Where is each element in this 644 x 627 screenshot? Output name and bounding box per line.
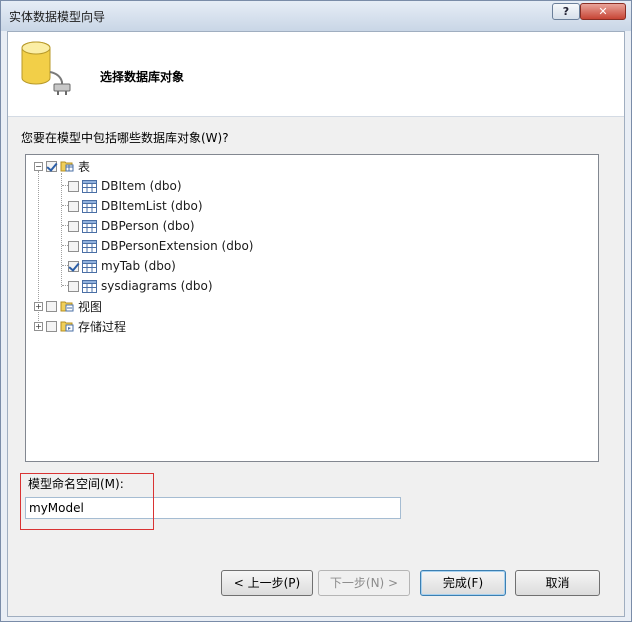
database-plug-icon bbox=[21, 41, 71, 95]
table-icon bbox=[82, 199, 97, 213]
table-icon bbox=[82, 219, 97, 233]
folder-view-icon bbox=[60, 301, 74, 312]
table-checkbox[interactable] bbox=[68, 280, 79, 292]
table-checkbox[interactable] bbox=[68, 220, 79, 232]
database-objects-tree[interactable]: − 表 DBItem (dbo) DBItemList (dbo) DBPers… bbox=[25, 154, 599, 462]
table-checkbox[interactable] bbox=[68, 200, 79, 212]
tree-node-tables[interactable]: − 表 bbox=[34, 157, 90, 175]
table-icon bbox=[82, 259, 97, 273]
tree-node-label: DBItem (dbo) bbox=[101, 179, 182, 193]
header-band: 选择数据库对象 bbox=[8, 32, 624, 117]
expand-icon[interactable]: + bbox=[34, 301, 43, 311]
tree-node-label: 表 bbox=[78, 159, 91, 174]
tree-node-views[interactable]: + 视图 bbox=[34, 297, 102, 315]
window-title: 实体数据模型向导 bbox=[9, 10, 106, 24]
table-icon bbox=[82, 239, 97, 253]
collapse-icon[interactable]: − bbox=[34, 161, 43, 171]
table-icon bbox=[82, 279, 97, 293]
table-checkbox[interactable] bbox=[68, 240, 79, 252]
tree-node-table[interactable]: DBPersonExtension (dbo) bbox=[68, 237, 253, 255]
tree-node-label: DBPersonExtension (dbo) bbox=[101, 239, 254, 253]
views-checkbox[interactable] bbox=[46, 300, 57, 312]
tree-node-label: 视图 bbox=[78, 299, 103, 314]
step-title: 选择数据库对象 bbox=[100, 70, 185, 84]
tree-node-label: myTab (dbo) bbox=[101, 259, 176, 273]
expand-icon[interactable]: + bbox=[34, 321, 43, 331]
highlight-box bbox=[20, 473, 154, 530]
back-button[interactable]: < 上一步(P) bbox=[221, 570, 313, 596]
tree-node-table[interactable]: DBItem (dbo) bbox=[68, 177, 182, 195]
tree-node-table[interactable]: sysdiagrams (dbo) bbox=[68, 277, 213, 295]
next-button[interactable]: 下一步(N) > bbox=[318, 570, 410, 596]
objects-question-label: 您要在模型中包括哪些数据库对象(W)? bbox=[21, 131, 229, 145]
tree-node-table[interactable]: myTab (dbo) bbox=[68, 257, 176, 275]
title-bar: 实体数据模型向导 ? ✕ bbox=[1, 1, 631, 31]
tree-node-table[interactable]: DBPerson (dbo) bbox=[68, 217, 195, 235]
cancel-button[interactable]: 取消 bbox=[515, 570, 600, 596]
finish-button[interactable]: 完成(F) bbox=[420, 570, 506, 596]
table-checkbox[interactable] bbox=[68, 260, 79, 272]
tree-node-stored-procedures[interactable]: + 存储过程 bbox=[34, 317, 126, 335]
tables-checkbox[interactable] bbox=[46, 160, 57, 172]
tree-connector bbox=[61, 173, 62, 287]
folder-table-icon bbox=[60, 161, 74, 172]
table-checkbox[interactable] bbox=[68, 180, 79, 192]
close-button[interactable]: ✕ bbox=[580, 3, 626, 20]
tree-node-label: 存储过程 bbox=[78, 319, 127, 334]
tree-node-label: sysdiagrams (dbo) bbox=[101, 279, 213, 293]
tree-node-table[interactable]: DBItemList (dbo) bbox=[68, 197, 203, 215]
folder-procedure-icon bbox=[60, 321, 74, 332]
wizard-window: 实体数据模型向导 ? ✕ 选择数据库对象 您要在模型中包括哪些数据库对象(W)? bbox=[0, 0, 632, 622]
procedures-checkbox[interactable] bbox=[46, 320, 57, 332]
help-button[interactable]: ? bbox=[552, 3, 580, 20]
tree-node-label: DBPerson (dbo) bbox=[101, 219, 195, 233]
table-icon bbox=[82, 179, 97, 193]
tree-node-label: DBItemList (dbo) bbox=[101, 199, 203, 213]
